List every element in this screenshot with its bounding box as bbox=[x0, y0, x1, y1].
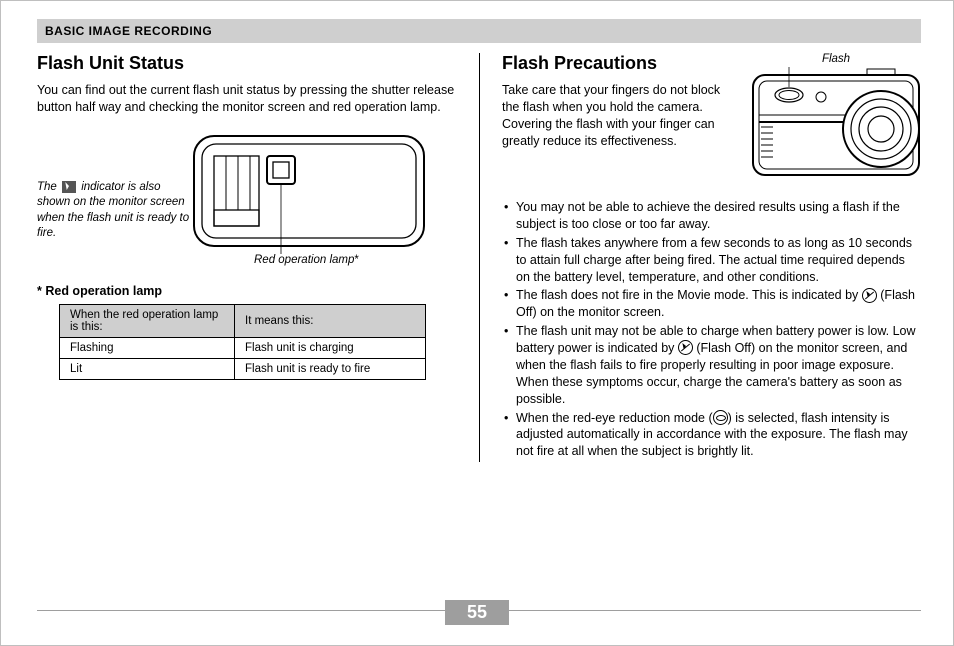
bullet-3a: The flash does not fire in the Movie mod… bbox=[516, 288, 862, 302]
list-item: When the red-eye reduction mode () is se… bbox=[502, 410, 921, 461]
red-operation-lamp-callout: Red operation lamp bbox=[254, 254, 354, 266]
list-item: You may not be able to achieve the desir… bbox=[502, 199, 921, 233]
flash-callout-label: Flash bbox=[751, 53, 921, 65]
red-operation-lamp-subheading: * Red operation lamp bbox=[37, 284, 459, 298]
cell-ready: Flash unit is ready to fire bbox=[235, 358, 426, 379]
column-left: Flash Unit Status You can find out the c… bbox=[37, 53, 479, 462]
page-number: 55 bbox=[445, 600, 509, 625]
camera-front-illustration bbox=[751, 67, 921, 177]
cell-flashing: Flashing bbox=[60, 337, 235, 358]
red-operation-lamp-table: When the red operation lamp is this: It … bbox=[59, 304, 426, 380]
cell-lit: Lit bbox=[60, 358, 235, 379]
subhead-text: Red operation lamp bbox=[45, 284, 162, 298]
flash-off-icon bbox=[678, 340, 693, 355]
heading-flash-precautions: Flash Precautions bbox=[502, 53, 737, 74]
list-item: The flash does not fire in the Movie mod… bbox=[502, 287, 921, 321]
intro-left: You can find out the current flash unit … bbox=[37, 82, 459, 116]
caption-before: The bbox=[37, 181, 60, 193]
asterisk: * bbox=[354, 254, 358, 266]
flash-off-icon bbox=[862, 288, 877, 303]
section-header: BASIC IMAGE RECORDING bbox=[37, 19, 921, 43]
table-row: Flashing Flash unit is charging bbox=[60, 337, 426, 358]
table-header-meaning: It means this: bbox=[235, 304, 426, 337]
precautions-list: You may not be able to achieve the desir… bbox=[502, 199, 921, 460]
table-row: Lit Flash unit is ready to fire bbox=[60, 358, 426, 379]
red-eye-icon bbox=[713, 410, 728, 425]
column-right: Flash Precautions Take care that your fi… bbox=[479, 53, 921, 462]
bullet-5a: When the red-eye reduction mode ( bbox=[516, 411, 713, 425]
camera-back-illustration: Red operation lamp* bbox=[192, 134, 427, 264]
table-header-state: When the red operation lamp is this: bbox=[60, 304, 235, 337]
intro-right: Take care that your fingers do not block… bbox=[502, 82, 737, 150]
cell-charging: Flash unit is charging bbox=[235, 337, 426, 358]
list-item: The flash unit may not be able to charge… bbox=[502, 323, 921, 407]
list-item: The flash takes anywhere from a few seco… bbox=[502, 235, 921, 286]
monitor-indicator-caption: The indicator is also shown on the monit… bbox=[37, 134, 192, 242]
flash-ready-icon bbox=[62, 181, 76, 193]
heading-flash-unit-status: Flash Unit Status bbox=[37, 53, 459, 74]
